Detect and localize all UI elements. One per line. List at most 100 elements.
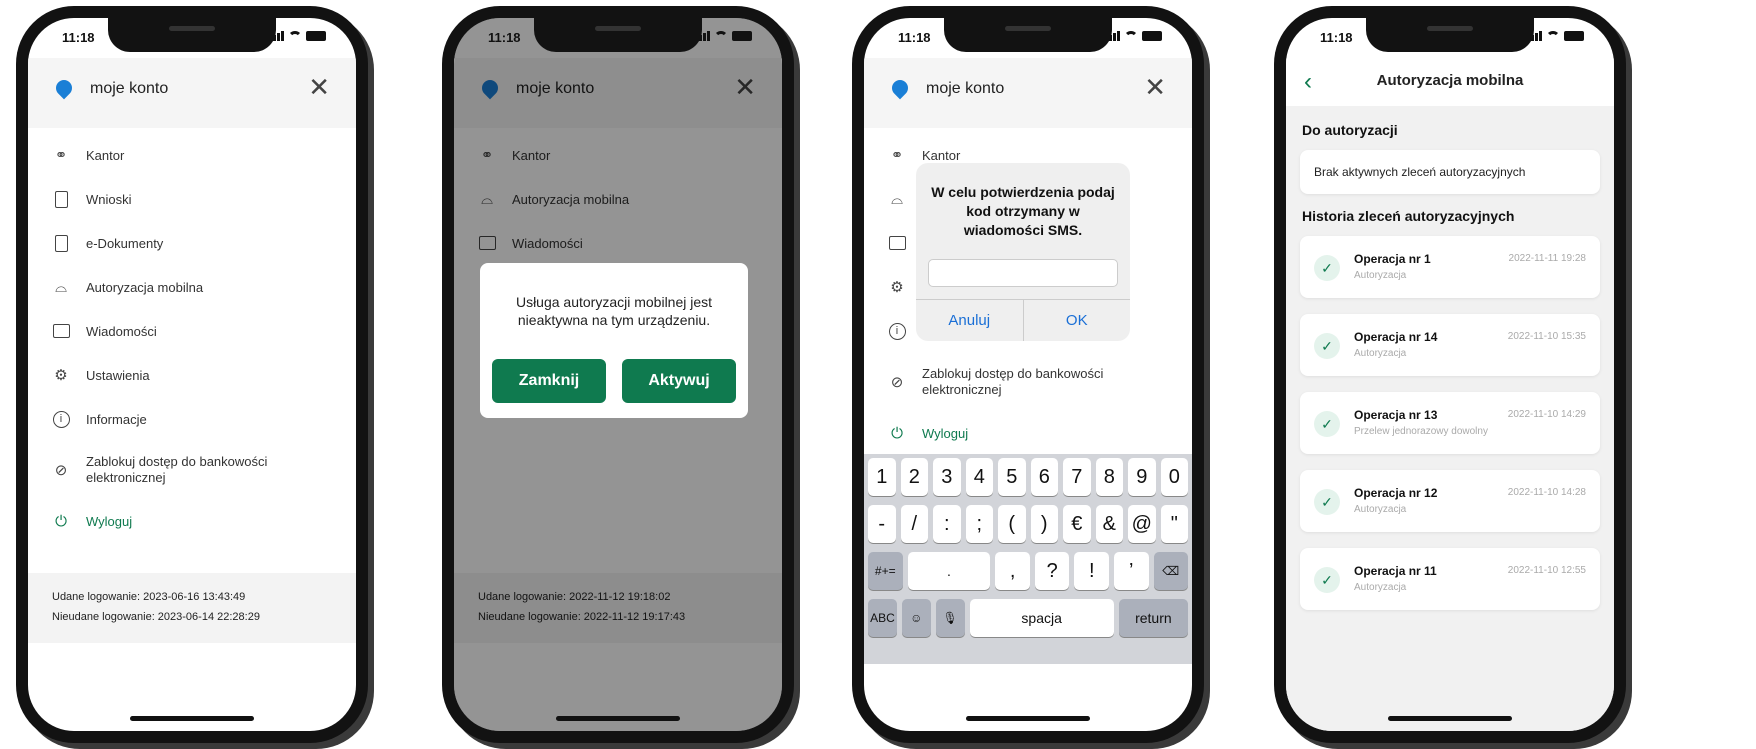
battery-icon xyxy=(1564,31,1584,41)
last-login-success: Udane logowanie: 2023-06-16 13:43:49 xyxy=(52,591,246,603)
check-icon: ✓ xyxy=(1314,411,1340,437)
operation-card[interactable]: ✓ Operacja nr 11 Autoryzacja 2022-11-10 12:… xyxy=(1300,548,1600,610)
gear-icon: ⚙ xyxy=(890,279,904,296)
cancel-button[interactable]: Anuluj xyxy=(916,300,1023,341)
menu-item-zablokuj[interactable]: ⊘ Zablokuj dostęp do bankowości elektroni… xyxy=(888,353,1172,411)
operation-date: 2022-11-10 15:35 xyxy=(1507,331,1586,342)
location-pin-icon xyxy=(888,76,912,100)
wifi-icon xyxy=(1546,31,1560,41)
home-indicator[interactable] xyxy=(556,716,680,721)
key[interactable]: ! xyxy=(1074,552,1109,590)
operation-type: Autoryzacja xyxy=(1354,582,1407,593)
menu-item-label: Zablokuj dostęp do bankowości elektronic… xyxy=(86,454,268,485)
key[interactable]: 7 xyxy=(1063,458,1091,496)
key[interactable]: ) xyxy=(1030,505,1058,543)
menu-item-ustawienia[interactable]: ⚙ Ustawienia xyxy=(52,353,336,397)
mobile-auth-icon: ⌓ xyxy=(55,278,67,296)
mobile-auth-icon: ⌓ xyxy=(891,190,903,208)
operation-card[interactable]: ✓ Operacja nr 12 Autoryzacja 2022-11-10 14:… xyxy=(1300,470,1600,532)
menu-item-e-dokumenty[interactable]: e-Dokumenty xyxy=(52,221,336,265)
sms-code-input[interactable] xyxy=(928,259,1118,287)
status-time: 11:18 xyxy=(898,30,931,45)
key[interactable]: 3 xyxy=(933,458,961,496)
key-symbols[interactable]: #+= xyxy=(868,552,903,590)
menu-item-label: Zablokuj dostęp do bankowości elektronic… xyxy=(922,366,1104,397)
sms-code-alert: W celu potwierdzenia podaj kod otrzymany… xyxy=(916,163,1130,341)
login-info: Udane logowanie: 2023-06-16 13:43:49 Nie… xyxy=(28,573,356,643)
menu-item-wiadomosci[interactable]: Wiadomości xyxy=(52,309,336,353)
key[interactable]: 1 xyxy=(868,458,896,496)
key[interactable]: @ xyxy=(1128,505,1156,543)
close-icon[interactable]: ✕ xyxy=(1144,74,1166,100)
key[interactable]: 9 xyxy=(1128,458,1156,496)
menu-item-wnioski[interactable]: Wnioski xyxy=(52,177,336,221)
operation-date: 2022-11-10 14:29 xyxy=(1507,409,1586,420)
key[interactable]: 0 xyxy=(1160,458,1188,496)
close-icon[interactable]: ✕ xyxy=(308,74,330,100)
key[interactable]: 2 xyxy=(900,458,928,496)
close-button[interactable]: Zamknij xyxy=(492,359,606,403)
key[interactable]: ; xyxy=(965,505,993,543)
section-history-title: Historia zleceń autoryzacyjnych xyxy=(1302,208,1515,224)
microphone-icon[interactable]: 🎙 xyxy=(935,599,965,637)
wifi-icon xyxy=(288,31,302,41)
inactive-auth-dialog: Usługa autoryzacji mobilnej jest nieakty… xyxy=(480,263,748,418)
emoji-icon[interactable]: ☺ xyxy=(901,599,931,637)
operation-date: 2022-11-10 12:55 xyxy=(1507,565,1586,576)
menu-item-wyloguj[interactable]: ⏻ Wyloguj xyxy=(52,499,336,543)
key[interactable]: , xyxy=(995,552,1030,590)
key[interactable]: / xyxy=(900,505,928,543)
operation-card[interactable]: ✓ Operacja nr 14 Autoryzacja 2022-11-10 15:… xyxy=(1300,314,1600,376)
menu-item-autoryzacja[interactable]: ⌓ Autoryzacja mobilna xyxy=(52,265,336,309)
operation-name: Operacja nr 11 xyxy=(1354,564,1437,578)
key[interactable]: & xyxy=(1095,505,1123,543)
activate-button[interactable]: Aktywuj xyxy=(622,359,736,403)
menu-item-zablokuj[interactable]: ⊘ Zablokuj dostęp do bankowości elektroni… xyxy=(52,441,336,499)
operation-card[interactable]: ✓ Operacja nr 1 Autoryzacja 2022-11-11 19:2… xyxy=(1300,236,1600,298)
battery-icon xyxy=(1142,31,1162,41)
operation-card[interactable]: ✓ Operacja nr 13 Przelew jednorazowy dowol… xyxy=(1300,392,1600,454)
chat-icon xyxy=(52,322,70,340)
key[interactable]: " xyxy=(1160,505,1188,543)
key[interactable]: . xyxy=(907,552,991,590)
info-icon: i xyxy=(888,322,906,340)
menu-item-informacje[interactable]: i Informacje xyxy=(52,397,336,441)
menu-item-kantor[interactable]: ⚭ Kantor xyxy=(52,133,336,177)
operation-name: Operacja nr 13 xyxy=(1354,408,1438,422)
key[interactable]: 6 xyxy=(1030,458,1058,496)
menu-item-wyloguj[interactable]: ⏻ Wyloguj xyxy=(888,411,1172,455)
ok-button[interactable]: OK xyxy=(1022,300,1131,341)
operation-name: Operacja nr 12 xyxy=(1354,486,1438,500)
key[interactable]: 8 xyxy=(1095,458,1123,496)
status-time: 11:18 xyxy=(1320,30,1353,45)
key[interactable]: - xyxy=(868,505,896,543)
backspace-icon[interactable]: ⌫ xyxy=(1153,552,1189,590)
key[interactable]: ( xyxy=(998,505,1026,543)
check-icon: ✓ xyxy=(1314,333,1340,359)
key[interactable]: : xyxy=(933,505,961,543)
notch xyxy=(944,18,1112,52)
notch xyxy=(108,18,276,52)
check-icon: ✓ xyxy=(1314,255,1340,281)
nav-header: ‹ Autoryzacja mobilna xyxy=(1286,58,1614,106)
operation-type: Autoryzacja xyxy=(1354,270,1407,281)
menu-item-label: e-Dokumenty xyxy=(86,235,164,251)
key[interactable]: 5 xyxy=(998,458,1026,496)
key-space[interactable]: spacja xyxy=(969,599,1114,637)
menu-item-label: Wyloguj xyxy=(922,425,969,441)
key-return[interactable]: return xyxy=(1118,599,1188,637)
menu-item-label: Wnioski xyxy=(86,191,132,207)
phone-screen: 11:18 moje konto ✕ ⚭ Kantor Wnioski e-Dok… xyxy=(28,18,356,731)
e-document-icon xyxy=(52,234,70,252)
key-abc[interactable]: ABC xyxy=(868,599,897,637)
operation-date: 2022-11-10 14:28 xyxy=(1507,487,1586,498)
key[interactable]: 4 xyxy=(965,458,993,496)
home-indicator[interactable] xyxy=(966,716,1090,721)
home-indicator[interactable] xyxy=(1388,716,1512,721)
key[interactable]: ? xyxy=(1034,552,1070,590)
home-indicator[interactable] xyxy=(130,716,254,721)
numeric-keyboard: 1234567890 - /:;() € & @ " #+= . , ? ! ’ ⌫ AB… xyxy=(864,454,1192,664)
wifi-icon xyxy=(714,31,728,41)
key[interactable]: € xyxy=(1063,505,1091,543)
key[interactable]: ’ xyxy=(1113,552,1149,590)
